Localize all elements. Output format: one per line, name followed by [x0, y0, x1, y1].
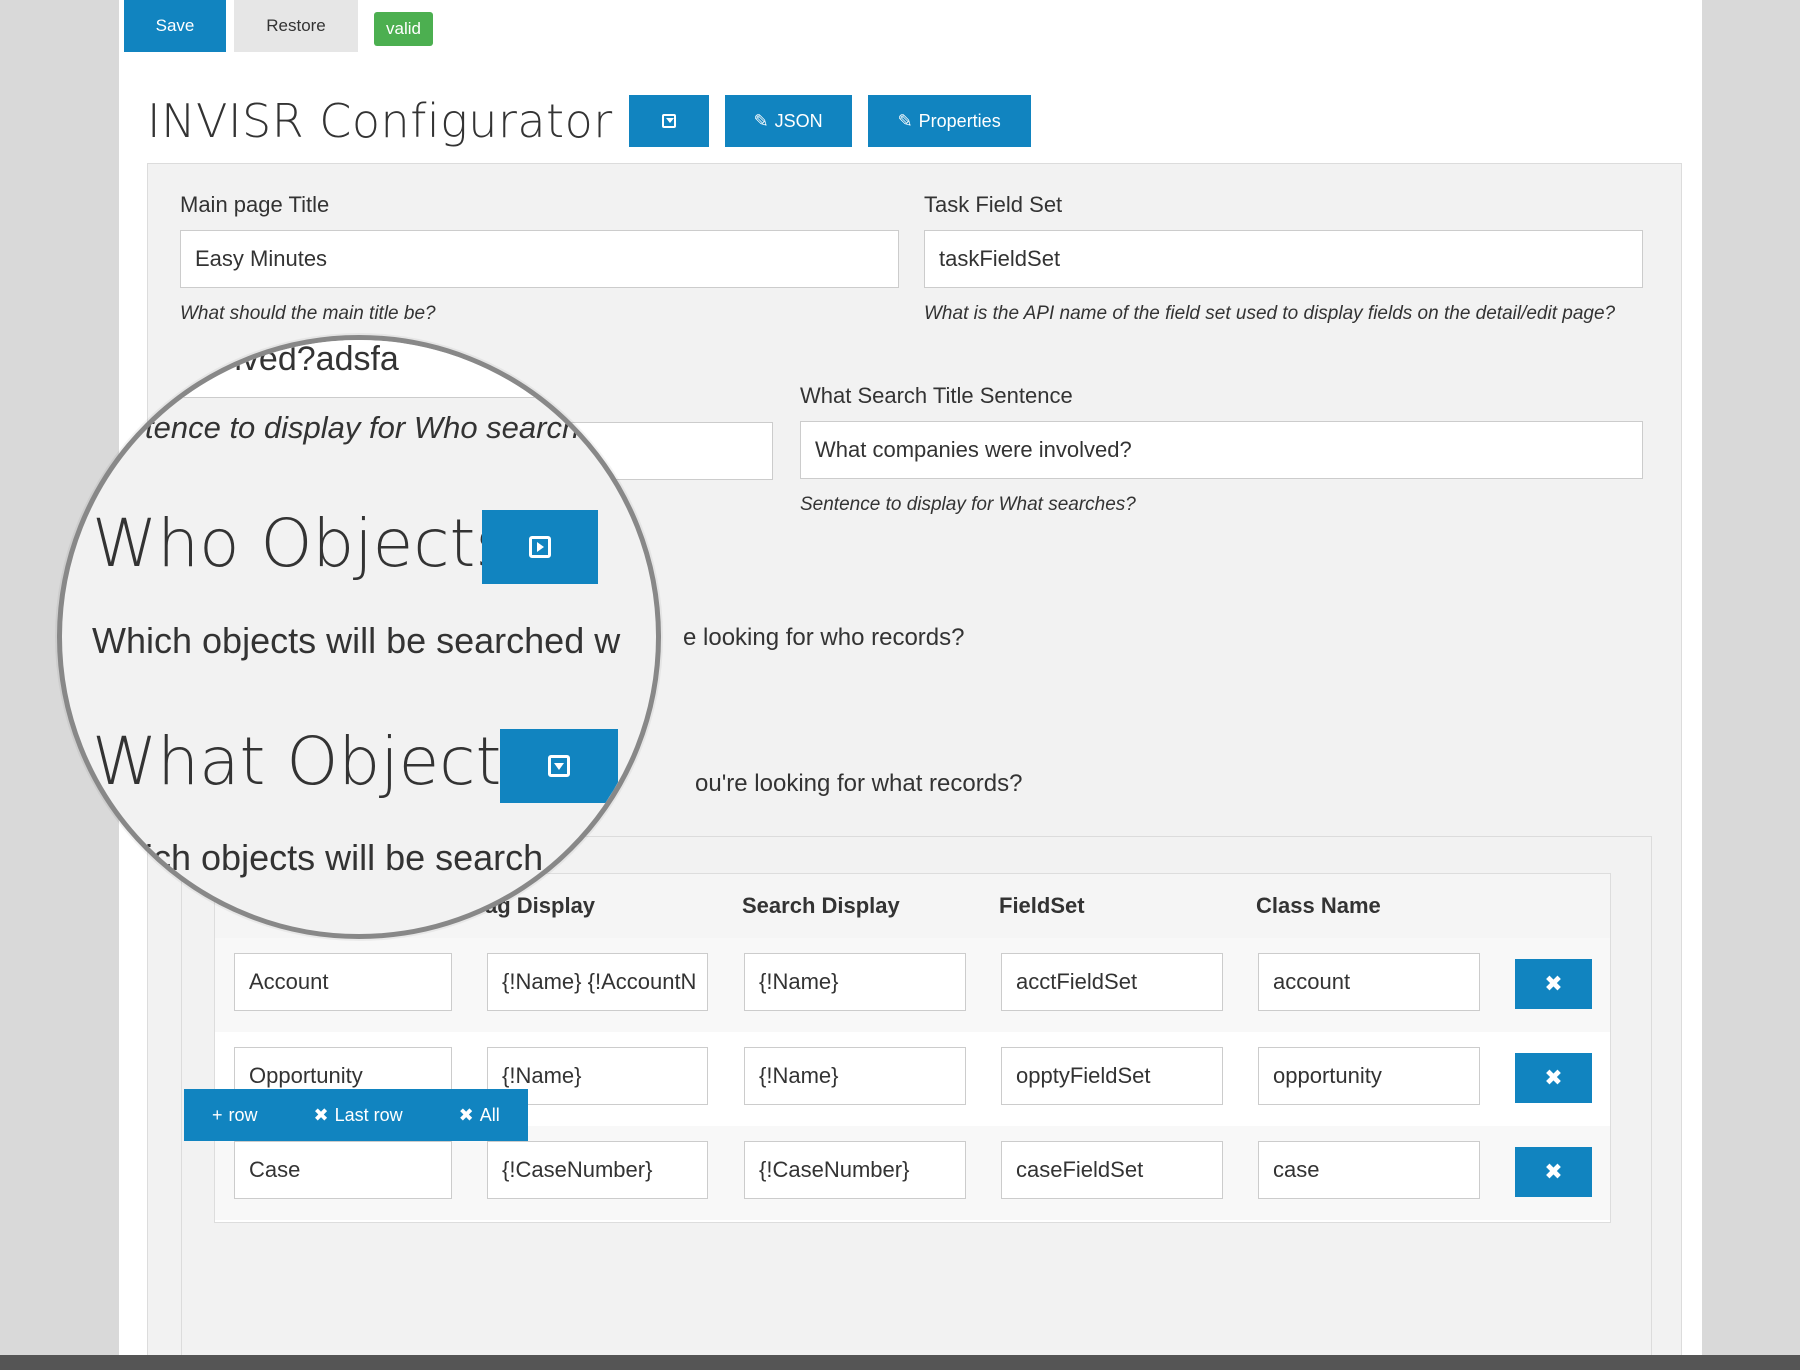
task-field-set-help: What is the API name of the field set us… [924, 303, 1616, 324]
task-field-set-input[interactable]: taskFieldSet [924, 230, 1643, 288]
close-icon: ✖ [1544, 1065, 1563, 1090]
add-row-button[interactable]: + row [184, 1089, 286, 1141]
magnifier-content: involved?adsfa W tence to display for Wh… [62, 340, 656, 934]
fieldset-input[interactable]: opptyFieldSet [1001, 1047, 1223, 1105]
column-header-actions [1497, 874, 1610, 938]
search-display-input[interactable]: {!CaseNumber} [744, 1141, 966, 1199]
json-button-label: JSON [774, 110, 823, 131]
what-search-title-label: What Search Title Sentence [800, 383, 1073, 408]
magnified-help-text: tence to display for Who search [145, 410, 580, 445]
properties-button[interactable]: ✎ Properties [867, 95, 1031, 147]
magnified-who-objects-title: Who Objects [92, 505, 510, 582]
magnified-label-fragment: W [109, 380, 134, 410]
close-icon: ✖ [1544, 971, 1563, 996]
what-search-title-help: Sentence to display for What searches? [800, 494, 1136, 515]
what-objects-description: ou're looking for what records? [695, 770, 1023, 797]
column-header-search-display: Search Display [726, 874, 983, 938]
object-name-input[interactable]: Case [234, 1141, 452, 1199]
main-title-label: Main page Title [180, 192, 330, 217]
object-name-input[interactable]: Account [234, 953, 452, 1011]
save-button[interactable]: Save [124, 0, 226, 52]
remove-last-row-label: Last row [334, 1104, 403, 1125]
main-title-field: Main page Title Easy Minutes What should… [180, 192, 899, 330]
tag-display-input[interactable]: {!CaseNumber} [487, 1141, 708, 1199]
add-row-label: row [228, 1104, 258, 1125]
who-objects-description: e looking for who records? [683, 624, 965, 651]
delete-row-button[interactable]: ✖ [1515, 1147, 1592, 1197]
column-header-class-name: Class Name [1240, 874, 1497, 938]
remove-last-row-button[interactable]: ✖ Last row [286, 1089, 431, 1141]
pencil-icon: ✎ [753, 110, 769, 131]
what-search-title-field: What Search Title Sentence What companie… [800, 383, 1643, 521]
what-objects-toggle-button[interactable] [500, 729, 618, 803]
magnified-input-text: involved?adsfa [172, 340, 399, 378]
column-header-fieldset: FieldSet [983, 874, 1240, 938]
properties-button-label: Properties [918, 110, 1001, 131]
table-actions: + row ✖ Last row ✖ All [184, 1089, 528, 1141]
title-row: INVISR Configurator ✎ JSON ✎ Properties [147, 92, 1031, 150]
status-badge: valid [374, 12, 433, 46]
restore-button[interactable]: Restore [234, 0, 358, 52]
collapse-button[interactable] [628, 95, 709, 147]
caret-square-down-icon [661, 114, 676, 128]
background-window-strip [0, 1355, 1800, 1370]
caret-square-down-icon [548, 755, 570, 777]
task-field-set-field: Task Field Set taskFieldSet What is the … [924, 192, 1643, 330]
page-title: INVISR Configurator [147, 94, 613, 148]
close-icon: ✖ [458, 1104, 474, 1125]
what-search-title-input[interactable]: What companies were involved? [800, 421, 1643, 479]
magnified-who-objects-description: Which objects will be searched w [92, 620, 621, 661]
search-display-input[interactable]: {!Name} [744, 953, 966, 1011]
main-title-help: What should the main title be? [180, 303, 436, 324]
magnified-what-objects-description: ich objects will be search [145, 837, 544, 878]
magnified-what-objects-title: What Objects [92, 723, 536, 800]
close-icon: ✖ [313, 1104, 329, 1125]
json-button[interactable]: ✎ JSON [724, 95, 852, 147]
class-name-input[interactable]: account [1258, 953, 1480, 1011]
tag-display-input[interactable]: {!Name} {!AccountN [487, 953, 708, 1011]
plus-icon: + [212, 1104, 223, 1125]
task-field-set-label: Task Field Set [924, 192, 1063, 217]
pencil-icon: ✎ [897, 110, 913, 131]
class-name-input[interactable]: case [1258, 1141, 1480, 1199]
magnifier-overlay: involved?adsfa W tence to display for Wh… [57, 335, 661, 939]
delete-row-button[interactable]: ✖ [1515, 959, 1592, 1009]
search-display-input[interactable]: {!Name} [744, 1047, 966, 1105]
fieldset-input[interactable]: acctFieldSet [1001, 953, 1223, 1011]
delete-row-button[interactable]: ✖ [1515, 1053, 1592, 1103]
class-name-input[interactable]: opportunity [1258, 1047, 1480, 1105]
caret-square-right-icon [529, 536, 551, 558]
remove-all-label: All [479, 1104, 500, 1125]
who-objects-toggle-button[interactable] [482, 510, 598, 584]
fieldset-input[interactable]: caseFieldSet [1001, 1141, 1223, 1199]
top-toolbar: Save Restore valid [124, 0, 433, 52]
close-icon: ✖ [1544, 1159, 1563, 1184]
remove-all-button[interactable]: ✖ All [431, 1089, 528, 1141]
main-title-input[interactable]: Easy Minutes [180, 230, 899, 288]
